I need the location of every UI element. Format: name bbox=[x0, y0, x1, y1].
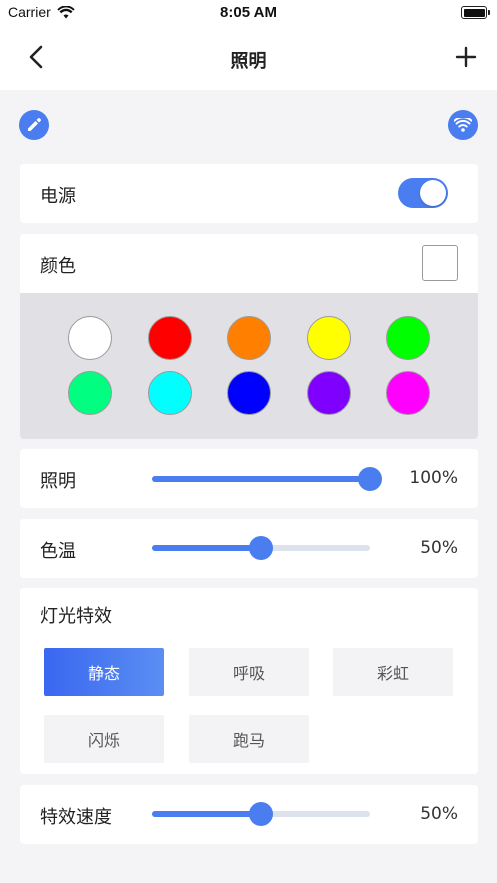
effect-speed-slider-thumb[interactable] bbox=[249, 802, 273, 826]
color-swatch-blue[interactable] bbox=[227, 371, 271, 415]
brightness-label: 照明 bbox=[40, 471, 76, 492]
effect-speed-slider[interactable] bbox=[152, 802, 370, 826]
brightness-slider-fill bbox=[152, 476, 370, 482]
color-label: 颜色 bbox=[40, 256, 76, 277]
power-card: 电源 bbox=[20, 164, 478, 223]
plus-icon bbox=[455, 46, 477, 68]
color-swatch-spring-green[interactable] bbox=[68, 371, 112, 415]
battery-fill bbox=[463, 8, 485, 17]
edit-button[interactable] bbox=[19, 110, 49, 140]
effect-speed-value: 50% bbox=[420, 804, 458, 824]
color-swatch-cyan[interactable] bbox=[148, 371, 192, 415]
effect-marquee-button[interactable]: 跑马 bbox=[189, 715, 309, 763]
color-swatch-orange[interactable] bbox=[227, 316, 271, 360]
color-palette bbox=[20, 293, 478, 439]
color-swatch-red[interactable] bbox=[148, 316, 192, 360]
effect-speed-card: 特效速度 50% bbox=[20, 785, 478, 844]
color-temp-slider-thumb[interactable] bbox=[249, 536, 273, 560]
brightness-slider[interactable] bbox=[152, 467, 382, 491]
brightness-value: 100% bbox=[409, 468, 458, 488]
color-temp-label: 色温 bbox=[40, 541, 76, 562]
effect-rainbow-button[interactable]: 彩虹 bbox=[333, 648, 453, 696]
effect-speed-label: 特效速度 bbox=[40, 807, 112, 828]
color-preview[interactable] bbox=[422, 245, 458, 281]
color-temp-slider-fill bbox=[152, 545, 261, 551]
color-temp-value: 50% bbox=[420, 538, 458, 558]
wifi-button[interactable] bbox=[448, 110, 478, 140]
color-swatch-green[interactable] bbox=[386, 316, 430, 360]
battery-tip bbox=[488, 10, 490, 15]
effects-title: 灯光特效 bbox=[40, 606, 112, 627]
color-swatch-white[interactable] bbox=[68, 316, 112, 360]
pencil-icon bbox=[28, 118, 41, 131]
color-swatch-violet[interactable] bbox=[307, 371, 351, 415]
effect-flash-button[interactable]: 闪烁 bbox=[44, 715, 164, 763]
effect-static-button[interactable]: 静态 bbox=[44, 648, 164, 696]
effect-breathe-button[interactable]: 呼吸 bbox=[189, 648, 309, 696]
brightness-card: 照明 100% bbox=[20, 449, 478, 508]
effect-speed-slider-fill bbox=[152, 811, 261, 817]
color-temp-card: 色温 50% bbox=[20, 519, 478, 578]
add-button[interactable] bbox=[451, 42, 481, 72]
status-time: 8:05 AM bbox=[220, 4, 277, 21]
color-swatch-yellow[interactable] bbox=[307, 316, 351, 360]
color-card: 颜色 bbox=[20, 234, 478, 294]
color-temp-slider[interactable] bbox=[152, 536, 370, 560]
status-bar: Carrier 8:05 AM bbox=[0, 0, 497, 26]
nav-bar: 照明 bbox=[0, 26, 497, 90]
brightness-slider-thumb[interactable] bbox=[358, 467, 382, 491]
power-toggle-knob bbox=[420, 180, 446, 206]
wifi-icon bbox=[454, 118, 472, 132]
page-title: 照明 bbox=[230, 51, 267, 72]
power-toggle[interactable] bbox=[398, 178, 448, 208]
color-swatch-magenta[interactable] bbox=[386, 371, 430, 415]
effects-card: 灯光特效 静态 呼吸 彩虹 闪烁 跑马 bbox=[20, 588, 478, 774]
power-label: 电源 bbox=[40, 186, 76, 207]
battery-icon bbox=[461, 6, 490, 19]
